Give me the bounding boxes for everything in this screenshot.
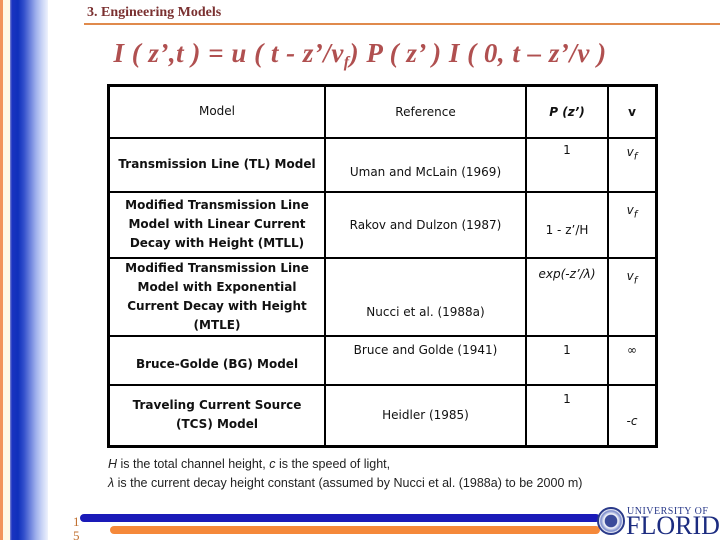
page-number: 15 bbox=[73, 514, 80, 543]
table-row: Transmission Line (TL) Model Uman and Mc… bbox=[107, 136, 658, 193]
cell-pz: 1 - z’/H bbox=[525, 190, 609, 259]
cell-model: Bruce-Golde (BG) Model bbox=[107, 334, 326, 386]
cell-pz: exp(-z’/λ) bbox=[525, 256, 609, 337]
cell-reference: Rakov and Dulzon (1987) bbox=[324, 190, 527, 259]
cell-reference: Nucci et al. (1988a) bbox=[324, 256, 527, 337]
equation-rhs: ) P ( z’ ) I ( 0, t – z’/v ) bbox=[349, 38, 607, 68]
cell-reference: Uman and McLain (1969) bbox=[324, 136, 527, 193]
footer-bar-orange bbox=[110, 526, 600, 534]
table-row: Traveling Current Source (TCS) Model Hei… bbox=[107, 383, 658, 448]
cell-v: vf bbox=[607, 136, 658, 193]
left-edge-cream-stripe bbox=[3, 0, 10, 540]
table-row: Modified Transmission Line Model with Ex… bbox=[107, 256, 658, 337]
section-title: 3. Engineering Models bbox=[87, 5, 222, 20]
cell-v: ∞ bbox=[607, 334, 658, 386]
header-reference: Reference bbox=[324, 84, 527, 139]
left-edge-blue-gradient bbox=[10, 0, 48, 540]
header-model: Model bbox=[107, 84, 326, 139]
table-row: Bruce-Golde (BG) Model Bruce and Golde (… bbox=[107, 334, 658, 386]
footnotes: H is the total channel height, c is the … bbox=[108, 455, 582, 493]
footnote-line-1: H is the total channel height, c is the … bbox=[108, 457, 391, 471]
models-table: Model Reference P (z’) v Transmission Li… bbox=[107, 84, 658, 448]
equation: I ( z’,t ) = u ( t - z’/vf) P ( z’ ) I (… bbox=[0, 38, 720, 72]
university-seal-icon bbox=[597, 507, 625, 535]
footnote-line-2: λ is the current decay height constant (… bbox=[108, 476, 583, 490]
cell-model: Traveling Current Source (TCS) Model bbox=[107, 383, 326, 448]
cell-model: Modified Transmission Line Model with Ex… bbox=[107, 256, 326, 337]
cell-reference: Bruce and Golde (1941) bbox=[324, 334, 527, 386]
table-row: Modified Transmission Line Model with Li… bbox=[107, 190, 658, 259]
title-underline bbox=[84, 23, 720, 25]
cell-v: vf bbox=[607, 256, 658, 337]
cell-pz: 1 bbox=[525, 383, 609, 448]
header-pz: P (z’) bbox=[525, 84, 609, 139]
table-header-row: Model Reference P (z’) v bbox=[107, 84, 658, 139]
cell-model: Modified Transmission Line Model with Li… bbox=[107, 190, 326, 259]
cell-model: Transmission Line (TL) Model bbox=[107, 136, 326, 193]
footer-bar-blue bbox=[80, 514, 600, 522]
cell-pz: 1 bbox=[525, 334, 609, 386]
logo-line-2: FLORIDA bbox=[626, 511, 720, 540]
cell-pz: 1 bbox=[525, 136, 609, 193]
cell-reference: Heidler (1985) bbox=[324, 383, 527, 448]
cell-v: -c bbox=[607, 383, 658, 448]
cell-v: vf bbox=[607, 190, 658, 259]
equation-lhs: I ( z’,t ) = u ( t - z’/v bbox=[113, 38, 344, 68]
header-v: v bbox=[607, 84, 658, 139]
